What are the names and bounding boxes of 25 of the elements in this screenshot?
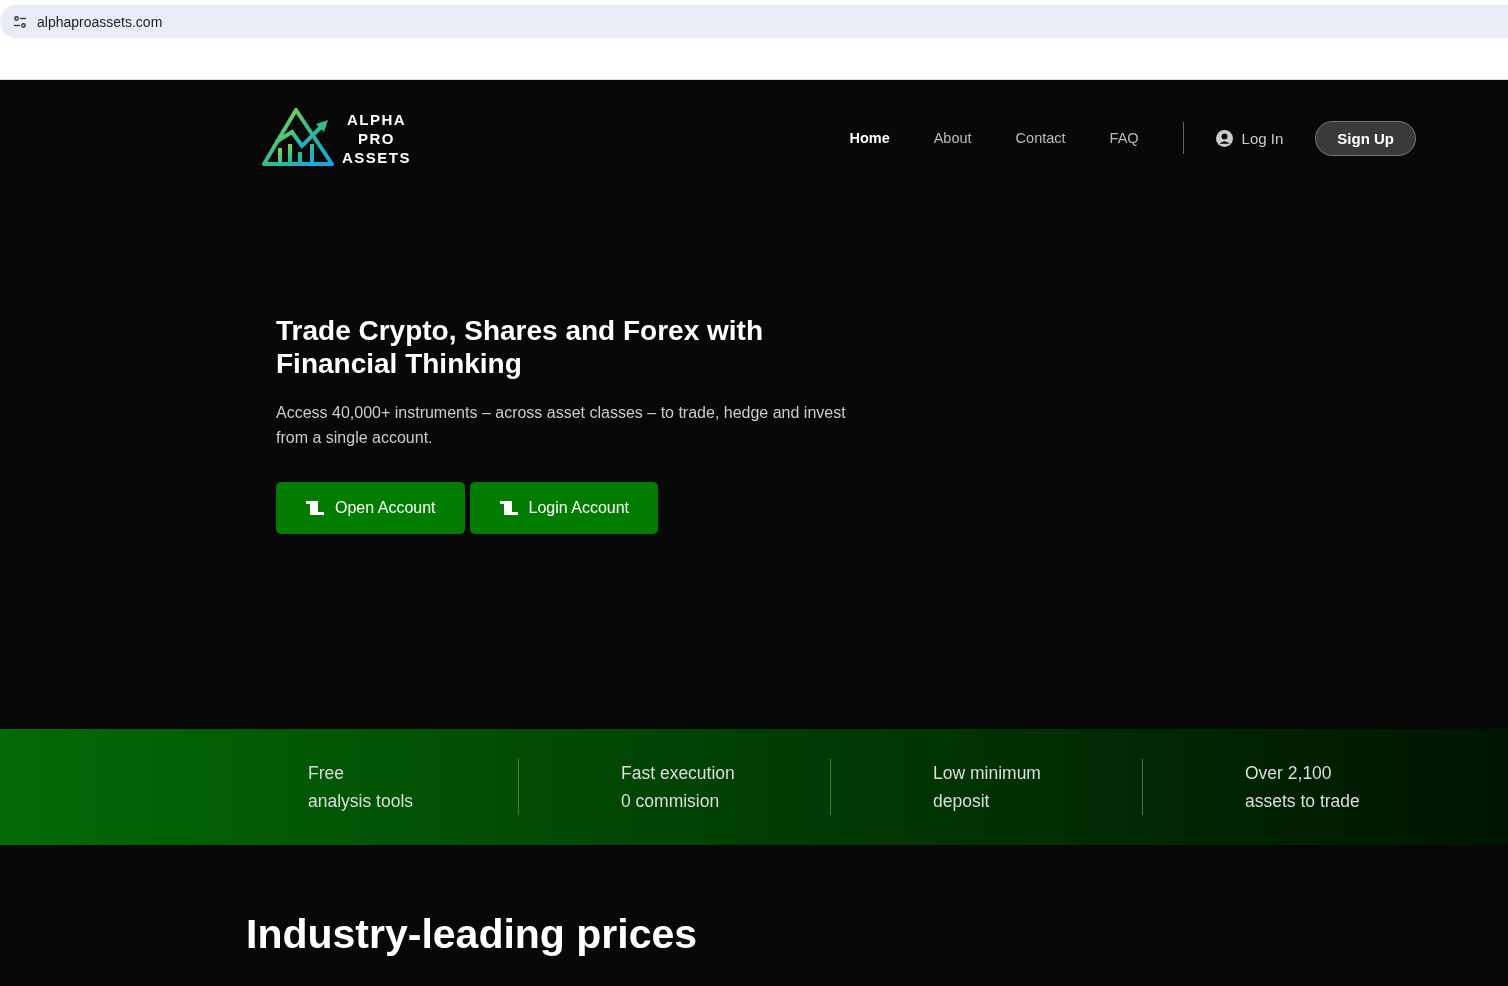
site-settings-icon[interactable] [13, 14, 27, 29]
login-link[interactable]: Log In [1215, 129, 1284, 147]
section-title: Industry-leading prices [246, 911, 699, 958]
address-bar[interactable]: alphaproassets.com [0, 5, 1508, 38]
scroll-icon [498, 500, 519, 516]
hero-subtitle: Access 40,000+ instruments – across asset classes – to trade, hedge and invest from a single account. [276, 403, 847, 448]
user-icon [1215, 129, 1233, 147]
mountain-chart-logo-icon [262, 108, 334, 168]
feature-text: Free analysis tools [308, 762, 414, 813]
nav-link[interactable]: Contact [1015, 130, 1066, 146]
scroll-icon [305, 500, 325, 516]
sign-up-button[interactable]: Sign Up [1315, 120, 1416, 156]
feature-text: Over 2,100 assets to trade [1245, 762, 1360, 813]
url-text: alphaproassets.com [37, 13, 163, 30]
logo-text: PRO [358, 128, 395, 148]
logo-text: ALPHA [346, 109, 407, 129]
feature-text: Low minimum deposit [933, 762, 1041, 813]
account-button[interactable]: Open Account [276, 482, 465, 534]
nav-link[interactable]: Home [849, 130, 890, 146]
hero-title: Trade Crypto, Shares and Forex with Financial Thinking [276, 314, 764, 380]
nav-link[interactable]: About [933, 130, 972, 146]
feature-text: Fast execution 0 commision [621, 762, 735, 813]
account-button[interactable]: Login Account [469, 482, 659, 534]
nav-link[interactable]: FAQ [1109, 130, 1139, 146]
logo-text: ASSETS [342, 147, 411, 167]
